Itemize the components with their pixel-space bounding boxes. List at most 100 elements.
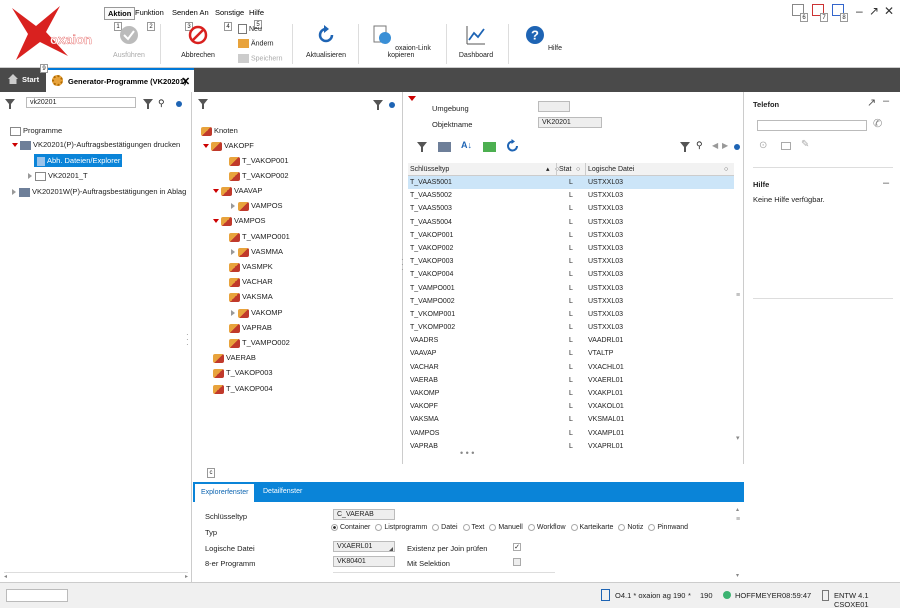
- splitter-handle[interactable]: ≡: [736, 516, 740, 523]
- tree-root[interactable]: Knoten: [201, 124, 238, 137]
- change-button[interactable]: Ändern: [238, 39, 274, 48]
- column-header[interactable]: Schlüsseltyp: [410, 163, 449, 176]
- tree-node[interactable]: T_VAMPO001: [229, 230, 290, 243]
- tree-node[interactable]: VASMPK: [229, 260, 273, 273]
- table-row[interactable]: T_VAKOP001 L USTXXL03: [408, 229, 734, 242]
- table-row[interactable]: T_VKOMP001 L USTXXL03: [408, 308, 734, 321]
- menu-sonstige[interactable]: Sonstige: [215, 8, 244, 17]
- binoculars-icon[interactable]: ⚲: [158, 98, 165, 109]
- umgebung-field[interactable]: [538, 101, 570, 112]
- next-icon[interactable]: ▶: [722, 141, 728, 150]
- typ-option[interactable]: Workflow: [527, 524, 566, 531]
- table-row[interactable]: T_VAAS5003 L USTXXL03: [408, 202, 734, 215]
- typ-option[interactable]: Pinnwand: [648, 524, 688, 531]
- pop-out-icon[interactable]: ↗: [867, 96, 876, 109]
- prev-icon[interactable]: ◀: [712, 141, 718, 150]
- tree-node[interactable]: VAMPOS: [231, 199, 283, 212]
- table-row[interactable]: T_VAMPO001 L USTXXL03: [408, 282, 734, 295]
- copy-link-button[interactable]: oxaion-Link kopieren: [364, 24, 438, 59]
- cancel-button[interactable]: Abbrechen: [176, 24, 220, 59]
- table-row[interactable]: T_VAAS5004 L USTXXL03: [408, 216, 734, 229]
- tree-item[interactable]: VK20201W(P)-Auftragsbestätigungen in Abl…: [12, 185, 186, 198]
- minimize-panel-icon[interactable]: –: [883, 177, 889, 189]
- tree-node[interactable]: VAAVAP: [213, 184, 262, 197]
- table-row[interactable]: VACHAR L VXACHL01: [408, 361, 734, 374]
- table-row[interactable]: VAMPOS L VXAMPL01: [408, 427, 734, 440]
- menu-hilfe[interactable]: Hilfe: [249, 8, 264, 17]
- typ-option[interactable]: Datei: [432, 524, 458, 531]
- save-button[interactable]: Speichern: [238, 54, 283, 63]
- phone-input[interactable]: [757, 120, 867, 131]
- table-row[interactable]: T_VAKOP004 L USTXXL03: [408, 268, 734, 281]
- typ-option[interactable]: Notiz: [618, 524, 643, 531]
- table-row[interactable]: VAKSMA L VKSMAL01: [408, 413, 734, 426]
- logische-datei-field[interactable]: VXAERL01: [333, 541, 395, 552]
- contact-icon[interactable]: ⊙: [759, 140, 767, 151]
- new-button[interactable]: Neu: [238, 24, 262, 34]
- table-row[interactable]: VAAVAP L VTALTP: [408, 347, 734, 360]
- close-tab-icon[interactable]: ✕: [181, 70, 190, 94]
- tree-node[interactable]: T_VAKOP004: [213, 382, 273, 395]
- table-row[interactable]: VAKOMP L VXAKPL01: [408, 387, 734, 400]
- column-header[interactable]: Stat: [556, 163, 571, 176]
- typ-option[interactable]: Listprogramm: [375, 524, 427, 531]
- tree-node[interactable]: VAKSMA: [229, 290, 273, 303]
- print-icon[interactable]: [438, 142, 451, 152]
- tree-node[interactable]: T_VAKOP001: [229, 154, 289, 167]
- sort-up-icon[interactable]: ▴: [546, 163, 550, 176]
- refresh-button[interactable]: Aktualisieren: [300, 24, 352, 59]
- table-row[interactable]: T_VAKOP003 L USTXXL03: [408, 255, 734, 268]
- scroll-down-icon[interactable]: ▾: [736, 434, 740, 442]
- menu-senden-an[interactable]: Senden An: [172, 8, 209, 17]
- card-icon[interactable]: [781, 142, 791, 150]
- filter-circle-icon[interactable]: ○: [576, 163, 580, 176]
- table-row[interactable]: T_VAKOP002 L USTXXL03: [408, 242, 734, 255]
- typ-option[interactable]: Text: [462, 524, 484, 531]
- command-input[interactable]: [6, 589, 68, 602]
- filter-icon[interactable]: [416, 141, 430, 153]
- menu-aktion[interactable]: Aktion: [104, 7, 136, 20]
- tree-node[interactable]: VAKOPF: [203, 139, 254, 152]
- selektion-checkbox[interactable]: [513, 558, 521, 566]
- achter-field[interactable]: VK80401: [333, 556, 395, 567]
- tab-detailfenster[interactable]: Detailfenster: [257, 482, 308, 502]
- typ-option[interactable]: Container: [331, 524, 370, 531]
- filter-icon[interactable]: [197, 98, 213, 110]
- scroll-up-icon[interactable]: ▴: [736, 506, 739, 513]
- tree-item-selected[interactable]: Abh. Dateien/Explorer: [34, 154, 122, 167]
- menu-funktion[interactable]: Funktion: [135, 8, 164, 17]
- filter-circle-icon[interactable]: ○: [724, 163, 728, 176]
- table-row[interactable]: VAPRAB L VXAPRL01: [408, 440, 734, 453]
- typ-option[interactable]: Karteikarte: [570, 524, 613, 531]
- tree-item[interactable]: VK20201(P)-Auftragsbestätigungen drucken: [12, 138, 180, 151]
- phone-icon[interactable]: ✆: [873, 117, 882, 130]
- help-button[interactable]: ? Hilfe: [522, 24, 564, 52]
- table-row[interactable]: T_VAAS5001 L USTXXL03: [408, 176, 734, 190]
- typ-option[interactable]: Manuell: [489, 524, 523, 531]
- table-row[interactable]: T_VAMPO002 L USTXXL03: [408, 295, 734, 308]
- schluesseltyp-field[interactable]: C_VAERAB: [333, 509, 395, 520]
- tab-explorerfenster[interactable]: Explorerfenster: [195, 484, 255, 502]
- collapse-icon[interactable]: [408, 96, 416, 101]
- splitter-handle[interactable]: ≡: [736, 292, 740, 299]
- tree-node[interactable]: VAERAB: [213, 351, 256, 364]
- existenz-checkbox[interactable]: ✓: [513, 543, 521, 551]
- filter-clear-icon[interactable]: [680, 142, 690, 152]
- filter-icon[interactable]: [143, 99, 153, 109]
- minimize-panel-icon[interactable]: –: [883, 95, 889, 107]
- sort-az-icon[interactable]: A↓: [461, 140, 472, 150]
- tree-node[interactable]: T_VAMPO002: [229, 336, 290, 349]
- tree-node[interactable]: VAMPOS: [213, 214, 266, 227]
- tree-node[interactable]: T_VAKOP003: [213, 366, 273, 379]
- binoculars-icon[interactable]: ⚲: [696, 140, 703, 151]
- close-icon[interactable]: ✕: [884, 4, 894, 18]
- pencil-icon[interactable]: ✎: [801, 139, 809, 150]
- table-row[interactable]: T_VKOMP002 L USTXXL03: [408, 321, 734, 334]
- tree-root[interactable]: Programme: [10, 124, 62, 137]
- excel-export-icon[interactable]: [483, 142, 496, 152]
- tab-start[interactable]: Start: [0, 68, 44, 92]
- splitter-handle[interactable]: · · ·: [186, 331, 189, 349]
- column-header[interactable]: Logische Datei: [585, 163, 634, 176]
- scroll-down-icon[interactable]: ▾: [736, 572, 739, 579]
- dashboard-button[interactable]: Dashboard: [454, 24, 498, 59]
